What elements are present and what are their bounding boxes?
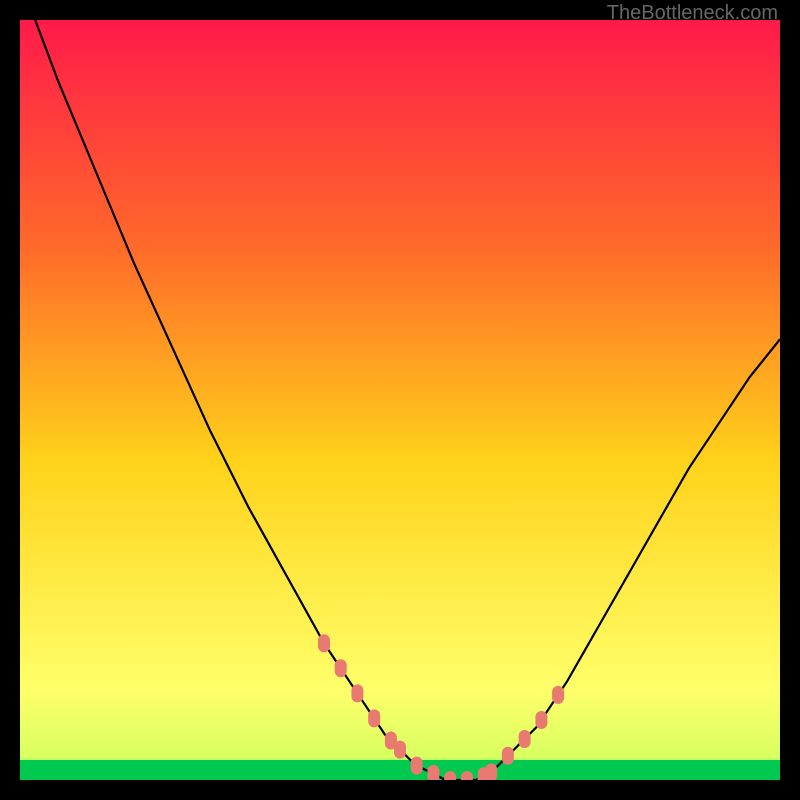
marker-dot <box>535 711 547 729</box>
green-band <box>20 760 780 780</box>
marker-dot <box>502 747 514 765</box>
marker-dot <box>552 686 564 704</box>
marker-dot <box>368 709 380 727</box>
marker-dot <box>519 730 531 748</box>
chart-svg <box>20 20 780 780</box>
marker-dot <box>394 741 406 759</box>
marker-dot <box>427 765 439 780</box>
marker-dot <box>485 763 497 780</box>
marker-dot <box>351 684 363 702</box>
marker-dot <box>411 757 423 775</box>
chart-frame <box>20 20 780 780</box>
marker-dot <box>335 659 347 677</box>
watermark-text: TheBottleneck.com <box>607 2 778 25</box>
gradient-background <box>20 20 780 780</box>
marker-dot <box>318 634 330 652</box>
